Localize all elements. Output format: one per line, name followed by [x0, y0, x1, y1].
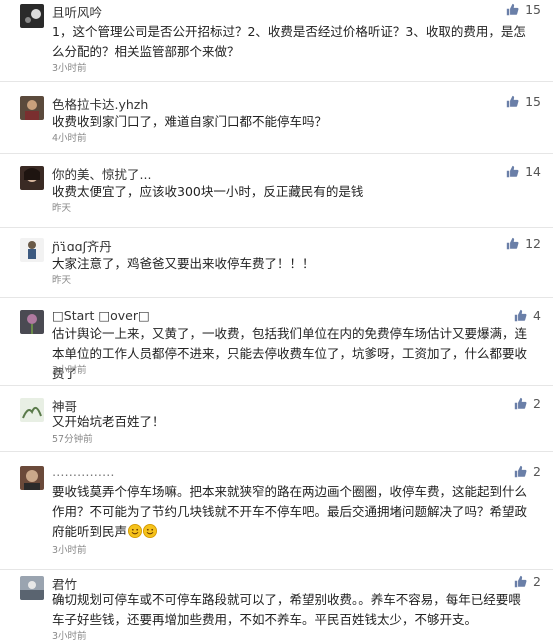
like-count: 2: [533, 464, 541, 479]
comment-time: 57分钟前: [52, 434, 93, 445]
avatar[interactable]: [20, 4, 44, 28]
comment-author[interactable]: ɲ̈ɿ̈ɑɑʃ齐丹: [52, 236, 112, 255]
comment-item: …………… 2 要收钱莫弄个停车场嘛。把本来就狭窄的路在两边画个圈圈，收停车费，…: [0, 452, 553, 570]
like-button[interactable]: 2: [514, 574, 541, 589]
comment-text: 收费太便宜了，应该收300块一小时，反正藏民有的是钱: [52, 184, 364, 199]
comment-text-body: 要收钱莫弄个停车场嘛。把本来就狭窄的路在两边画个圈圈，收停车费，这能起到什么作用…: [52, 484, 528, 539]
like-count: 15: [525, 2, 541, 17]
comment-author[interactable]: □Start □over□: [52, 308, 150, 323]
comment-author[interactable]: ……………: [52, 464, 115, 479]
like-button[interactable]: 2: [514, 464, 541, 479]
thumbs-up-icon: [514, 575, 527, 588]
smile-emoji-icon: [143, 524, 158, 538]
smile-emoji-icon: [128, 524, 143, 538]
comment-author[interactable]: 且听风吟: [52, 2, 102, 21]
comment-list: 且听风吟 15 1，这个管理公司是否公开招标过？2、收费是否经过价格听证？3、收…: [0, 0, 553, 644]
comment-item: □Start □over□ 4 估计舆论一上来，又黄了，一收费，包括我们单位在内…: [0, 298, 553, 386]
like-count: 12: [525, 236, 541, 251]
like-button[interactable]: 14: [506, 164, 541, 179]
comment-author[interactable]: 你的美、惊扰了...: [52, 164, 151, 183]
comment-item: 你的美、惊扰了... 14 收费太便宜了，应该收300块一小时，反正藏民有的是钱…: [0, 154, 553, 228]
comment-text: 确切规划可停车或不可停车路段就可以了，希望别收费。。养车不容易，每年已经要喂车子…: [52, 592, 521, 627]
comment-item: ɲ̈ɿ̈ɑɑʃ齐丹 12 大家注意了，鸡爸爸又要出来收停车费了！！！ 昨天: [0, 228, 553, 298]
comment-text: 1，这个管理公司是否公开招标过？2、收费是否经过价格听证？3、收取的费用，是怎么…: [52, 24, 526, 59]
comment-text: 估计舆论一上来，又黄了，一收费，包括我们单位在内的免费停车场估计又要爆满，连本单…: [52, 326, 528, 381]
avatar[interactable]: [20, 238, 44, 262]
comment-time: 3小时前: [52, 631, 87, 642]
comment-time: 3小时前: [52, 63, 87, 74]
comment-time: 3小时前: [52, 365, 87, 376]
avatar[interactable]: [20, 310, 44, 334]
comment-time: 4小时前: [52, 133, 87, 144]
avatar[interactable]: [20, 96, 44, 120]
like-button[interactable]: 15: [506, 2, 541, 17]
like-count: 15: [525, 94, 541, 109]
avatar[interactable]: [20, 166, 44, 190]
comment-text: 收费收到家门口了，难道自家门口都不能停车吗？: [52, 114, 328, 129]
comment-author[interactable]: 色格拉卡达.yhzh: [52, 94, 148, 113]
comment-time: 昨天: [52, 275, 72, 286]
comment-time: 昨天: [52, 203, 72, 214]
thumbs-up-icon: [506, 95, 519, 108]
avatar[interactable]: [20, 576, 44, 600]
thumbs-up-icon: [506, 3, 519, 16]
like-button[interactable]: 4: [514, 308, 541, 323]
comment-time: 3小时前: [52, 545, 87, 556]
like-button[interactable]: 12: [506, 236, 541, 251]
thumbs-up-icon: [514, 309, 527, 322]
comment-item: 君竹 2 确切规划可停车或不可停车路段就可以了，希望别收费。。养车不容易，每年已…: [0, 570, 553, 644]
like-count: 2: [533, 574, 541, 589]
comment-item: 且听风吟 15 1，这个管理公司是否公开招标过？2、收费是否经过价格听证？3、收…: [0, 0, 553, 82]
comment-item: 神哥 2 又开始坑老百姓了！ 57分钟前: [0, 386, 553, 452]
thumbs-up-icon: [506, 237, 519, 250]
thumbs-up-icon: [506, 165, 519, 178]
like-count: 14: [525, 164, 541, 179]
avatar[interactable]: [20, 398, 44, 422]
comment-text: 大家注意了，鸡爸爸又要出来收停车费了！！！: [52, 256, 315, 271]
avatar[interactable]: [20, 466, 44, 490]
comment-text: 又开始坑老百姓了！: [52, 414, 165, 429]
thumbs-up-icon: [514, 397, 527, 410]
like-button[interactable]: 15: [506, 94, 541, 109]
comment-text: 要收钱莫弄个停车场嘛。把本来就狭窄的路在两边画个圈圈，收停车费，这能起到什么作用…: [52, 482, 531, 542]
thumbs-up-icon: [514, 465, 527, 478]
like-count: 4: [533, 308, 541, 323]
like-count: 2: [533, 396, 541, 411]
like-button[interactable]: 2: [514, 396, 541, 411]
comment-item: 色格拉卡达.yhzh 15 收费收到家门口了，难道自家门口都不能停车吗？ 4小时…: [0, 82, 553, 154]
